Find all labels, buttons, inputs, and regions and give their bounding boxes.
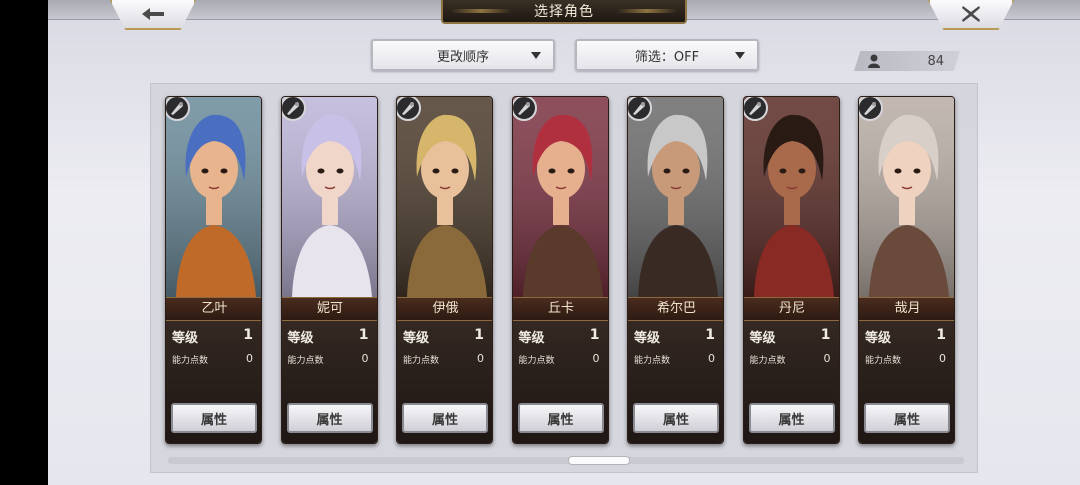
level-value: 1: [820, 327, 831, 343]
level-label: 等级: [749, 331, 776, 346]
character-name: 丘卡: [512, 297, 608, 321]
level-value: 1: [705, 327, 715, 343]
ability-points-value: 0: [592, 352, 600, 365]
ability-points-label: 能力点数: [749, 356, 786, 366]
sort-order-label: 更改顺序: [436, 49, 489, 65]
attribute-button[interactable]: 属性: [864, 403, 950, 433]
level-label: 等级: [403, 331, 430, 346]
character-portrait: [512, 97, 608, 297]
class-emblem-icon: [281, 97, 306, 121]
character-card[interactable]: 乙叶等级 1 能力点数 0 属性: [165, 96, 262, 444]
chevron-down-icon: [735, 52, 745, 59]
character-count: 84: [854, 51, 960, 71]
arrow-left-icon: [140, 6, 166, 22]
character-card[interactable]: 妮可等级 1 能力点数 0 属性: [280, 96, 378, 444]
ability-points-value: 0: [477, 352, 484, 365]
character-name: 哉月: [859, 297, 954, 321]
level-label: 等级: [518, 331, 545, 346]
ability-points-label: 能力点数: [172, 356, 209, 366]
character-card[interactable]: 伊俄等级 1 能力点数 0 属性: [396, 96, 493, 444]
character-portrait: [628, 97, 723, 297]
class-emblem-icon: [512, 97, 537, 121]
character-name: 希尔巴: [628, 297, 723, 321]
title-plate: 选择角色: [441, 0, 687, 24]
level-label: 等级: [634, 331, 661, 346]
character-name: 妮可: [281, 297, 377, 321]
character-card[interactable]: 希尔巴等级 1 能力点数 0 属性: [627, 96, 724, 444]
character-portrait: [859, 97, 954, 297]
close-button[interactable]: [928, 0, 1014, 30]
scrollbar-thumb[interactable]: [568, 456, 630, 465]
ability-points-value: 0: [708, 352, 715, 365]
ability-points-label: 能力点数: [518, 356, 555, 366]
character-card[interactable]: 丹尼等级 1 能力点数 0 属性: [742, 96, 840, 444]
attribute-button[interactable]: 属性: [402, 403, 488, 433]
page-title: 选择角色: [534, 4, 594, 20]
character-name: 伊俄: [397, 297, 492, 321]
character-portrait: [281, 97, 377, 297]
sort-order-dropdown[interactable]: 更改顺序: [371, 39, 555, 71]
character-card[interactable]: 丘卡等级 1 能力点数 0 属性: [511, 96, 609, 444]
ability-points-value: 0: [246, 352, 253, 365]
character-count-value: 84: [927, 53, 944, 69]
ability-points-value: 0: [939, 352, 946, 365]
filter-label: 筛选：OFF: [634, 49, 700, 65]
title-ornament-left: [451, 9, 511, 13]
character-name: 丹尼: [743, 297, 839, 321]
level-value: 1: [589, 327, 600, 343]
title-ornament-right: [617, 9, 677, 13]
character-portrait: [743, 97, 839, 297]
level-label: 等级: [865, 331, 892, 346]
level-value: 1: [936, 327, 946, 343]
back-button[interactable]: [110, 0, 196, 30]
ability-points-label: 能力点数: [865, 356, 902, 366]
character-portrait: [166, 97, 261, 297]
attribute-button[interactable]: 属性: [748, 403, 835, 433]
level-value: 1: [474, 327, 484, 343]
character-portrait: [397, 97, 492, 297]
attribute-button[interactable]: 属性: [517, 403, 604, 433]
filter-dropdown[interactable]: 筛选：OFF: [575, 39, 759, 71]
attribute-button[interactable]: 属性: [171, 403, 257, 433]
ability-points-label: 能力点数: [634, 356, 671, 366]
level-value: 1: [358, 327, 369, 343]
character-name: 乙叶: [166, 297, 261, 321]
ability-points-label: 能力点数: [287, 356, 324, 366]
level-value: 1: [243, 327, 253, 343]
ability-points-label: 能力点数: [403, 356, 440, 366]
class-emblem-icon: [743, 97, 768, 121]
scrollbar-track[interactable]: [168, 457, 964, 464]
ability-points-value: 0: [361, 352, 369, 365]
close-x-icon: [961, 5, 981, 23]
user-icon: [868, 54, 880, 71]
level-label: 等级: [172, 331, 199, 346]
attribute-button[interactable]: 属性: [633, 403, 719, 433]
chevron-down-icon: [531, 52, 541, 59]
ability-points-value: 0: [823, 352, 831, 365]
character-card[interactable]: 哉月等级 1 能力点数 0 属性: [858, 96, 955, 444]
level-label: 等级: [287, 331, 314, 346]
game-screen: 选择角色 更改顺序 筛选：OFF 84 乙叶等级 1 能力点数 0 属性 妮可等级 1 能力点…: [48, 0, 1080, 485]
attribute-button[interactable]: 属性: [286, 403, 373, 433]
